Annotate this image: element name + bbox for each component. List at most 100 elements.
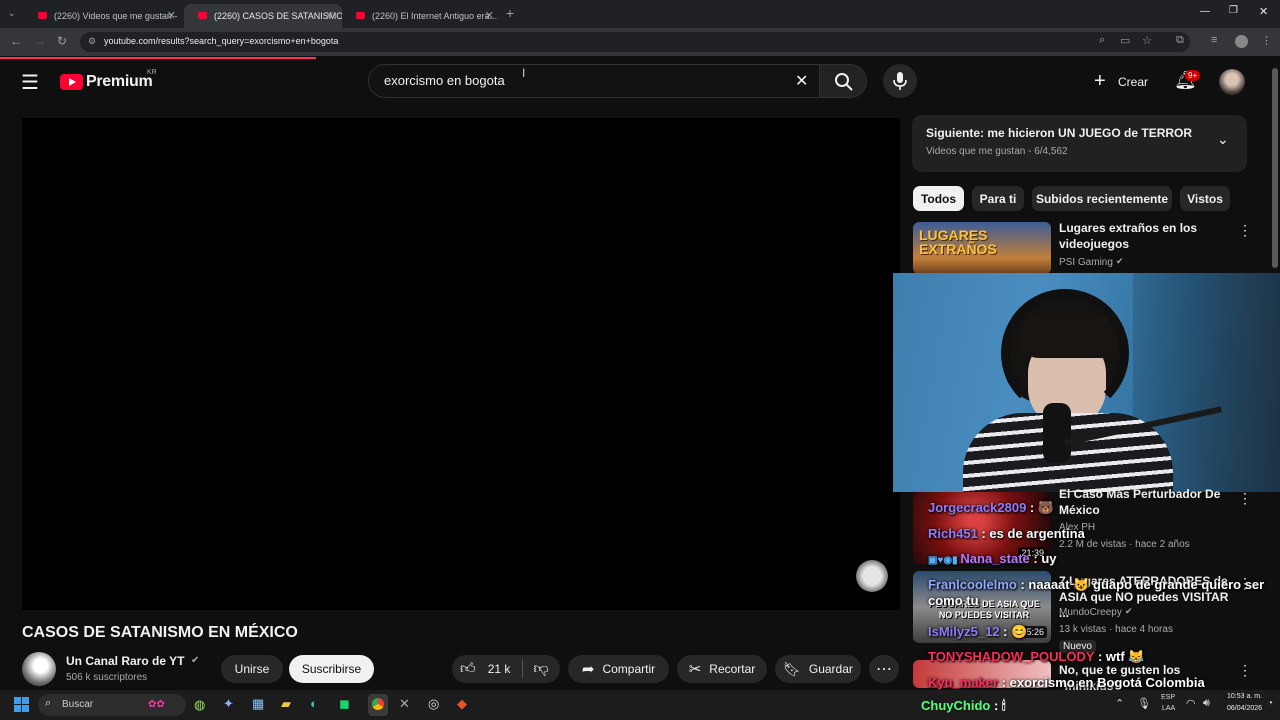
youtube-logo[interactable]: Premium KR [60, 69, 157, 94]
restore-icon[interactable]: ❐ [1229, 5, 1238, 16]
tray-chevron-icon[interactable]: ⌃ [1115, 697, 1124, 710]
rec-menu-icon[interactable]: ⋮ [1238, 222, 1252, 239]
clock-time[interactable]: 10:53 a. m. [1227, 693, 1262, 700]
store-icon[interactable]: ▦ [252, 696, 264, 712]
volume-icon[interactable]: 🔊︎ [1203, 697, 1210, 710]
rec-title[interactable]: Lugares extraños en los videojuegos [1059, 220, 1234, 252]
search-button[interactable] [819, 64, 867, 98]
obs-icon[interactable]: ◎ [428, 696, 439, 712]
share-label: Compartir [602, 662, 656, 676]
chat-user: Franlcoolelmo [928, 577, 1017, 592]
windows-taskbar: ⌕ Buscar ✿✿ ◍ ✦ ▦ ▰ ◐ ◼ ✕ ◎ ◆ ChuyChido … [0, 690, 1280, 720]
chat-message: Jorgecrack2809 : 🐻 [928, 500, 1054, 516]
chip-watched[interactable]: Vistos [1180, 186, 1230, 211]
create-button[interactable]: Crear [1118, 75, 1148, 89]
excel-icon[interactable]: ✕ [399, 696, 410, 712]
tab-search-icon[interactable]: ⌄ [8, 8, 16, 19]
clear-search-icon[interactable]: ✕ [795, 71, 808, 91]
rec-title[interactable]: El Caso Más Perturbador De México [1059, 486, 1234, 518]
taskbar-search[interactable]: ⌕ Buscar ✿✿ [38, 694, 186, 716]
green-app-icon[interactable]: ◼ [339, 696, 350, 712]
video-thumbnail[interactable]: LUGARES EXTRAÑOS [913, 222, 1051, 274]
notification-center-icon[interactable]: ◔ [1267, 698, 1273, 709]
extensions-icon[interactable]: ⧉ [1176, 34, 1184, 47]
profile-avatar[interactable] [1235, 35, 1248, 48]
page-scrollbar[interactable] [1272, 62, 1278, 682]
chip-label: Subidos recientemente [1035, 191, 1169, 206]
minimize-icon[interactable]: — [1200, 6, 1210, 17]
chat-user: ChuyChido [921, 698, 991, 713]
like-button[interactable]: 👍︎ 21 k [452, 660, 510, 678]
file-explorer-icon[interactable]: ▰ [281, 696, 291, 712]
create-plus-icon[interactable]: + [1094, 70, 1106, 93]
join-button[interactable]: Unirse [221, 655, 283, 683]
more-actions-button[interactable]: ⋯ [869, 655, 899, 683]
thumbs-up-icon: 👍︎ [460, 660, 476, 677]
copilot-icon[interactable]: ✦ [223, 696, 234, 712]
browser-tab-liked[interactable]: (2260) Videos que me gustan - ✕ [24, 4, 184, 28]
save-button[interactable]: 🔖︎ Guardar [775, 655, 861, 683]
hamburger-menu-icon[interactable]: ☰ [21, 70, 39, 95]
verified-icon: ✔ [191, 655, 200, 666]
play-triangle-icon [69, 78, 76, 86]
task-view-icon[interactable]: ◍ [194, 697, 205, 713]
zoom-icon[interactable]: ⌕ [1099, 34, 1105, 47]
reading-list-icon[interactable]: ≡ [1211, 34, 1217, 46]
search-input[interactable]: exorcismo en bogota [384, 73, 505, 88]
cast-icon[interactable]: ▭ [1120, 34, 1130, 47]
app-icon[interactable]: ◆ [457, 696, 467, 712]
browser-tab-internet[interactable]: (2260) El Internet Antiguo era... ✕ [342, 4, 502, 28]
wifi-icon[interactable]: ◠ [1186, 697, 1196, 710]
language-indicator[interactable]: ESP [1161, 694, 1175, 701]
streamer-webcam [893, 273, 1280, 492]
up-next-panel[interactable]: Siguiente: me hicieron UN JUEGO de TERRO… [912, 115, 1247, 172]
voice-search-button[interactable] [883, 64, 917, 98]
windows-start-icon[interactable] [14, 697, 29, 712]
subscribe-label: Suscribirse [301, 662, 362, 676]
channel-name[interactable]: Un Canal Raro de YT [66, 654, 184, 668]
clip-button[interactable]: ✂ Recortar [677, 655, 767, 683]
microphone-stand [1043, 403, 1071, 463]
dislike-button[interactable]: 👎︎ [533, 660, 548, 678]
new-tab-icon[interactable]: + [506, 5, 514, 21]
browser-tab-active[interactable]: (2260) CASOS DE SATANISMO ✕ [184, 4, 342, 28]
chip-all[interactable]: Todos [913, 186, 964, 211]
video-player[interactable] [22, 118, 900, 610]
edge-icon[interactable]: ◐ [310, 696, 318, 711]
channel-watermark-icon[interactable] [856, 560, 888, 592]
forward-icon[interactable]: → [34, 34, 46, 48]
scrollbar-thumb[interactable] [1272, 68, 1278, 268]
rec-menu-icon[interactable]: ⋮ [1238, 662, 1252, 679]
tray-mic-icon[interactable]: 🎙︎ [1137, 697, 1151, 710]
subscribe-button[interactable]: Suscribirse [289, 655, 374, 683]
close-window-icon[interactable]: ✕ [1259, 5, 1268, 18]
rec-channel[interactable]: PSI Gaming [1059, 257, 1113, 268]
channel-avatar[interactable] [22, 652, 56, 686]
share-button[interactable]: ➦ Compartir [568, 655, 669, 683]
reload-icon[interactable]: ↻ [57, 34, 67, 48]
browser-menu-icon[interactable]: ⋮ [1261, 34, 1272, 47]
close-tab-icon[interactable]: ✕ [167, 9, 176, 22]
close-tab-icon[interactable]: ✕ [485, 9, 494, 22]
chevron-down-icon[interactable]: ⌄ [1217, 131, 1229, 148]
account-avatar[interactable] [1219, 69, 1245, 95]
chat-message: Franlcoolelmo : naaaat 😺 guapo de grande… [928, 577, 1278, 609]
bookmark-icon: 🔖︎ [783, 660, 801, 677]
join-label: Unirse [234, 662, 270, 676]
chat-text: : 🕯 [990, 698, 1006, 713]
site-info-icon[interactable]: ⚙ [88, 36, 96, 47]
bookmark-star-icon[interactable]: ☆ [1142, 34, 1152, 47]
back-icon[interactable]: ← [10, 34, 22, 48]
like-count: 21 k [487, 662, 511, 676]
chip-for-you[interactable]: Para ti [972, 186, 1024, 211]
clock-date[interactable]: 06/04/2026 [1227, 705, 1262, 712]
close-tab-icon[interactable]: ✕ [325, 9, 334, 22]
scissors-icon: ✂ [688, 661, 702, 678]
chat-message: TONYSHADOW_POULODY : wtf 😹 [928, 649, 1145, 665]
url-text[interactable]: youtube.com/results?search_query=exorcis… [104, 36, 338, 46]
rec-menu-icon[interactable]: ⋮ [1238, 490, 1252, 507]
language-variant: LAA [1162, 705, 1176, 712]
thumbnail-text: LUGARES EXTRAÑOS [919, 227, 997, 257]
chat-message: ChuyChido : 🕯 [921, 698, 1006, 714]
chip-recently-uploaded[interactable]: Subidos recientemente [1032, 186, 1172, 211]
